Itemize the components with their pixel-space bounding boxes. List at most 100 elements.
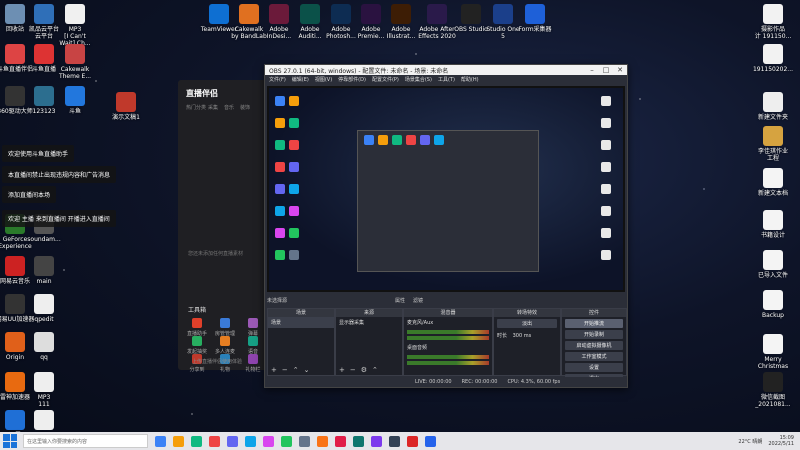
- add-icon[interactable]: +: [339, 366, 345, 374]
- desktop-icon[interactable]: Form采集器: [506, 4, 564, 33]
- taskbar-app-icon[interactable]: [335, 435, 346, 447]
- desktop-icon[interactable]: 摄影作品 计 191150...: [744, 4, 800, 40]
- desktop-icon[interactable]: 书籍设计: [744, 210, 800, 239]
- transition-type-select[interactable]: 淡出: [497, 319, 557, 328]
- desktop-icon[interactable]: qpedit: [15, 294, 73, 323]
- companion-tool[interactable]: 语音: [240, 336, 266, 355]
- taskbar-app-icon[interactable]: [173, 435, 184, 447]
- toolbox-title: 工具箱: [188, 307, 207, 314]
- down-icon[interactable]: ⌄: [304, 366, 310, 374]
- desktop-icon-label: Merry Christmas: [757, 356, 789, 370]
- desktop-icon[interactable]: 新建文本档: [744, 168, 800, 197]
- app-icon: [65, 86, 85, 106]
- obs-menu-item[interactable]: 配置文件(P): [372, 76, 399, 83]
- preview-capture: [269, 88, 623, 290]
- obs-menu-item[interactable]: 文件(F): [269, 76, 286, 83]
- source-item[interactable]: 显示器采集: [336, 317, 402, 328]
- desktop-icon[interactable]: Merry Christmas: [744, 334, 800, 370]
- taskbar-app-icon[interactable]: [281, 435, 292, 447]
- desktop-icon[interactable]: 新建文件夹: [744, 92, 800, 121]
- taskbar-app-icon[interactable]: [425, 435, 436, 447]
- notification-toast[interactable]: 本直播间禁止出现违规内容和广告消息: [2, 166, 117, 183]
- taskbar-app-icon[interactable]: [209, 435, 220, 447]
- companion-tab[interactable]: 音乐: [224, 104, 234, 111]
- companion-tab[interactable]: 热门分类: [186, 104, 206, 111]
- companion-tool[interactable]: 弹幕: [240, 318, 266, 337]
- add-icon[interactable]: +: [271, 366, 277, 374]
- taskbar-app-icon[interactable]: [227, 435, 238, 447]
- remove-icon[interactable]: −: [350, 366, 356, 374]
- sources-dock-title: 来源: [336, 309, 402, 317]
- weather-label[interactable]: 22°C 晴朗: [738, 438, 762, 445]
- desktop-icon-label: qq: [40, 354, 48, 361]
- up-icon[interactable]: ⌃: [372, 366, 378, 374]
- taskbar-search-input[interactable]: 在这里输入你要搜索的内容: [23, 434, 148, 448]
- properties-button[interactable]: 属性: [395, 297, 405, 304]
- live-timer: LIVE: 00:00:00: [415, 379, 452, 385]
- companion-tab[interactable]: 采集: [208, 104, 218, 111]
- app-icon: [34, 256, 54, 276]
- companion-tool[interactable]: 礼物栏: [240, 354, 266, 373]
- duration-input[interactable]: 300 ms: [513, 333, 532, 339]
- control-button[interactable]: 启动虚拟摄像机: [565, 341, 623, 350]
- desktop-icon[interactable]: 191150202...: [744, 44, 800, 73]
- windows-start-icon[interactable]: [3, 434, 17, 448]
- taskbar-app-icon[interactable]: [263, 435, 274, 447]
- taskbar-app-icon[interactable]: [371, 435, 382, 447]
- control-button[interactable]: 工作室模式: [565, 352, 623, 361]
- obs-menu-item[interactable]: 工具(T): [438, 76, 455, 83]
- clock[interactable]: 15:09 2022/5/11: [768, 435, 794, 447]
- desktop-icon-label: Cakewalk Theme E...: [58, 66, 92, 80]
- preview-desktop-icon: [275, 140, 285, 150]
- desktop-icon[interactable]: qq: [15, 332, 73, 361]
- desktop-icon[interactable]: Backup: [744, 290, 800, 319]
- taskbar-app-icon[interactable]: [389, 435, 400, 447]
- companion-footer[interactable]: 上传直播伴侣使用体验: [192, 358, 242, 365]
- obs-menu-item[interactable]: 视图(V): [315, 76, 332, 83]
- obs-menu-item[interactable]: 停靠部件(D): [338, 76, 366, 83]
- desktop-icon[interactable]: 已导入文件: [744, 250, 800, 279]
- notification-toast[interactable]: 欢迎 主播 来到直播间 开播进入直播间: [2, 210, 116, 227]
- taskbar-app-icon[interactable]: [353, 435, 364, 447]
- desktop-icon[interactable]: MP3 [I Can't Wait] Ch...: [46, 4, 104, 47]
- desktop-icon[interactable]: 斗鱼: [46, 86, 104, 115]
- desktop-icon[interactable]: MP3 111: [15, 372, 73, 408]
- notification-toast[interactable]: 添加直播间本场: [2, 186, 57, 203]
- filters-button[interactable]: 滤镜: [413, 297, 423, 304]
- desktop-icon[interactable]: 李佳琪作业 工程: [744, 126, 800, 162]
- control-button[interactable]: 开始推流: [565, 319, 623, 328]
- obs-menu-item[interactable]: 帮助(H): [461, 76, 479, 83]
- desktop-icon[interactable]: Cakewalk Theme E...: [46, 44, 104, 80]
- desktop-icon[interactable]: main: [15, 256, 73, 285]
- controls-dock: 控件 开始推流开始录制启动虚拟摄像机工作室模式设置退出: [561, 308, 627, 383]
- companion-tool[interactable]: 多人连麦: [212, 336, 238, 355]
- companion-tab[interactable]: 装饰: [240, 104, 250, 111]
- companion-tool[interactable]: 发起抽奖: [184, 336, 210, 355]
- maximize-icon[interactable]: □: [599, 66, 613, 74]
- companion-tool[interactable]: 直播助手: [184, 318, 210, 337]
- desktop-icon[interactable]: 微信截图 _2021081...: [744, 372, 800, 408]
- taskbar-app-icon[interactable]: [317, 435, 328, 447]
- taskbar-app-icon[interactable]: [191, 435, 202, 447]
- remove-icon[interactable]: −: [282, 366, 288, 374]
- nested-icon: [420, 135, 430, 145]
- control-button[interactable]: 开始录制: [565, 330, 623, 339]
- notification-toast[interactable]: 欢迎使用斗鱼直播助手: [2, 145, 75, 162]
- taskbar-app-icon[interactable]: [407, 435, 418, 447]
- companion-tool[interactable]: 房管管理: [212, 318, 238, 337]
- obs-menu-item[interactable]: 场景集合(S): [405, 76, 432, 83]
- minimize-icon[interactable]: –: [585, 66, 599, 74]
- close-icon[interactable]: ✕: [613, 66, 627, 74]
- obs-menu-item[interactable]: 编辑(E): [292, 76, 309, 83]
- desktop-icon[interactable]: 演示文稿1: [97, 92, 155, 121]
- obs-preview[interactable]: [267, 86, 625, 292]
- taskbar-app-icon[interactable]: [155, 435, 166, 447]
- app-icon: [763, 126, 783, 146]
- scene-item[interactable]: 场景: [268, 317, 334, 328]
- taskbar-app-icon[interactable]: [245, 435, 256, 447]
- up-icon[interactable]: ⌃: [293, 366, 299, 374]
- tool-icon: [220, 318, 230, 328]
- control-button[interactable]: 设置: [565, 363, 623, 372]
- taskbar-app-icon[interactable]: [299, 435, 310, 447]
- gear-icon[interactable]: ⚙: [361, 366, 367, 374]
